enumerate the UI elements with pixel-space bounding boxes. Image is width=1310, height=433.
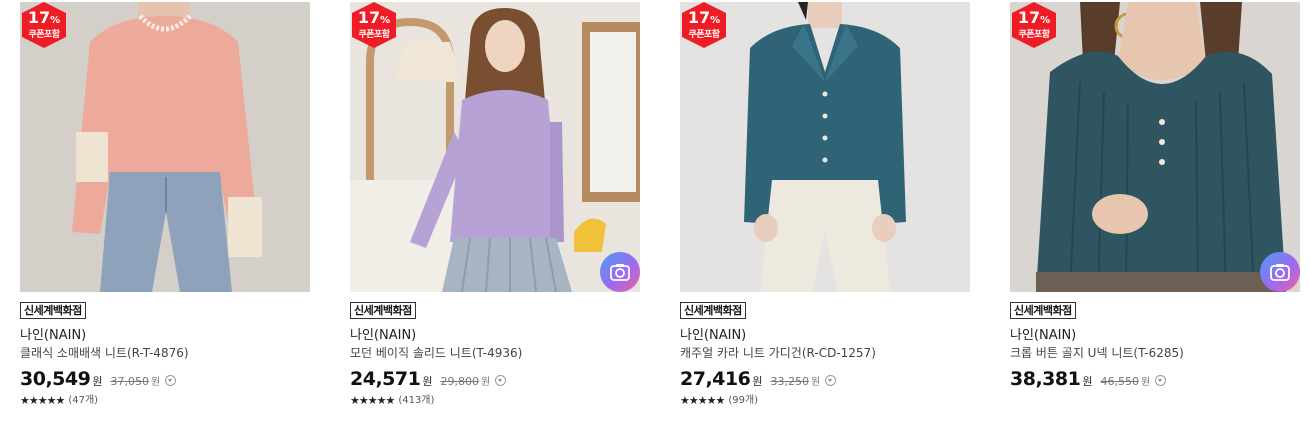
brand-name[interactable]: 나인(NAIN) — [1010, 327, 1300, 344]
sale-percent: 17% — [1017, 8, 1051, 27]
rating-row: ★★★★★ (99개) — [680, 394, 970, 408]
product-image[interactable]: 17% 쿠폰포함 — [680, 2, 970, 292]
original-price: 33,250 — [770, 375, 809, 388]
product-card[interactable]: 17% 쿠폰포함 신세계백화점 나인(NAIN) 캐주얼 카라 니트 가디건(R… — [680, 2, 970, 408]
rating-row: ★★★★★ (47개) — [20, 394, 310, 408]
brand-name[interactable]: 나인(NAIN) — [20, 327, 310, 344]
sale-price: 30,549 — [20, 368, 91, 390]
review-count[interactable]: (47개) — [68, 394, 98, 408]
product-image[interactable]: 17% 쿠폰포함 — [20, 2, 310, 292]
sale-percent: 17% — [27, 8, 61, 27]
price-info-icon[interactable] — [495, 375, 507, 386]
currency: 원 — [1082, 375, 1093, 388]
price-info-icon[interactable] — [1155, 375, 1167, 386]
product-name[interactable]: 모던 베이직 솔리드 니트(T-4936) — [350, 345, 640, 362]
rating-row: ★★★★★ (413개) — [350, 394, 640, 408]
product-photo — [20, 2, 310, 292]
original-currency: 원 — [150, 377, 161, 388]
store-tag: 신세계백화점 — [1010, 302, 1076, 319]
coupon-label: 쿠폰포함 — [28, 30, 60, 40]
coupon-label: 쿠폰포함 — [688, 30, 720, 40]
product-name[interactable]: 클래식 소매배색 니트(R-T-4876) — [20, 345, 310, 362]
product-image[interactable]: 17% 쿠폰포함 — [350, 2, 640, 292]
store-tag: 신세계백화점 — [680, 302, 746, 319]
price-row: 30,549 원 37,050 원 — [20, 368, 310, 394]
sale-price: 27,416 — [680, 368, 751, 390]
price-info-icon[interactable] — [825, 375, 837, 386]
star-rating-icon: ★★★★★ — [350, 394, 395, 407]
sale-percent: 17% — [357, 8, 391, 27]
store-tag: 신세계백화점 — [20, 302, 86, 319]
product-name[interactable]: 캐주얼 카라 니트 가디건(R-CD-1257) — [680, 345, 970, 362]
price-row: 24,571 원 29,800 원 — [350, 368, 640, 394]
price-row: 27,416 원 33,250 원 — [680, 368, 970, 394]
original-currency: 원 — [480, 377, 491, 388]
sale-price: 24,571 — [350, 368, 421, 390]
product-photo — [350, 2, 640, 292]
currency: 원 — [92, 375, 103, 388]
coupon-label: 쿠폰포함 — [1018, 30, 1050, 40]
currency: 원 — [422, 375, 433, 388]
product-card[interactable]: 17% 쿠폰포함 신세계백화점 나인(NAIN) 모던 베이직 솔리드 니트(T… — [350, 2, 640, 408]
original-currency: 원 — [810, 377, 821, 388]
sale-percent: 17% — [687, 8, 721, 27]
price-row: 38,381 원 46,550 원 — [1010, 368, 1300, 394]
brand-name[interactable]: 나인(NAIN) — [350, 327, 640, 344]
price-info-icon[interactable] — [165, 375, 177, 386]
star-rating-icon: ★★★★★ — [20, 394, 65, 407]
photo-review-camera-icon[interactable] — [1260, 252, 1300, 292]
review-count[interactable]: (413개) — [398, 394, 434, 408]
product-photo — [1010, 2, 1300, 292]
review-count[interactable]: (99개) — [728, 394, 758, 408]
original-price: 29,800 — [440, 375, 479, 388]
star-rating-icon: ★★★★★ — [680, 394, 725, 407]
sale-price: 38,381 — [1010, 368, 1081, 390]
original-currency: 원 — [1140, 377, 1151, 388]
product-photo — [680, 2, 970, 292]
store-tag: 신세계백화점 — [350, 302, 416, 319]
product-image[interactable]: 17% 쿠폰포함 — [1010, 2, 1300, 292]
currency: 원 — [752, 375, 763, 388]
photo-review-camera-icon[interactable] — [600, 252, 640, 292]
original-price: 37,050 — [110, 375, 149, 388]
original-price: 46,550 — [1100, 375, 1139, 388]
product-card[interactable]: 17% 쿠폰포함 신세계백화점 나인(NAIN) 클래식 소매배색 니트(R-T… — [20, 2, 310, 408]
product-name[interactable]: 크롭 버튼 골지 U넥 니트(T-6285) — [1010, 345, 1300, 362]
coupon-label: 쿠폰포함 — [358, 30, 390, 40]
brand-name[interactable]: 나인(NAIN) — [680, 327, 970, 344]
product-card[interactable]: 17% 쿠폰포함 신세계백화점 나인(NAIN) 크롭 버튼 골지 U넥 니트(… — [1010, 2, 1300, 394]
